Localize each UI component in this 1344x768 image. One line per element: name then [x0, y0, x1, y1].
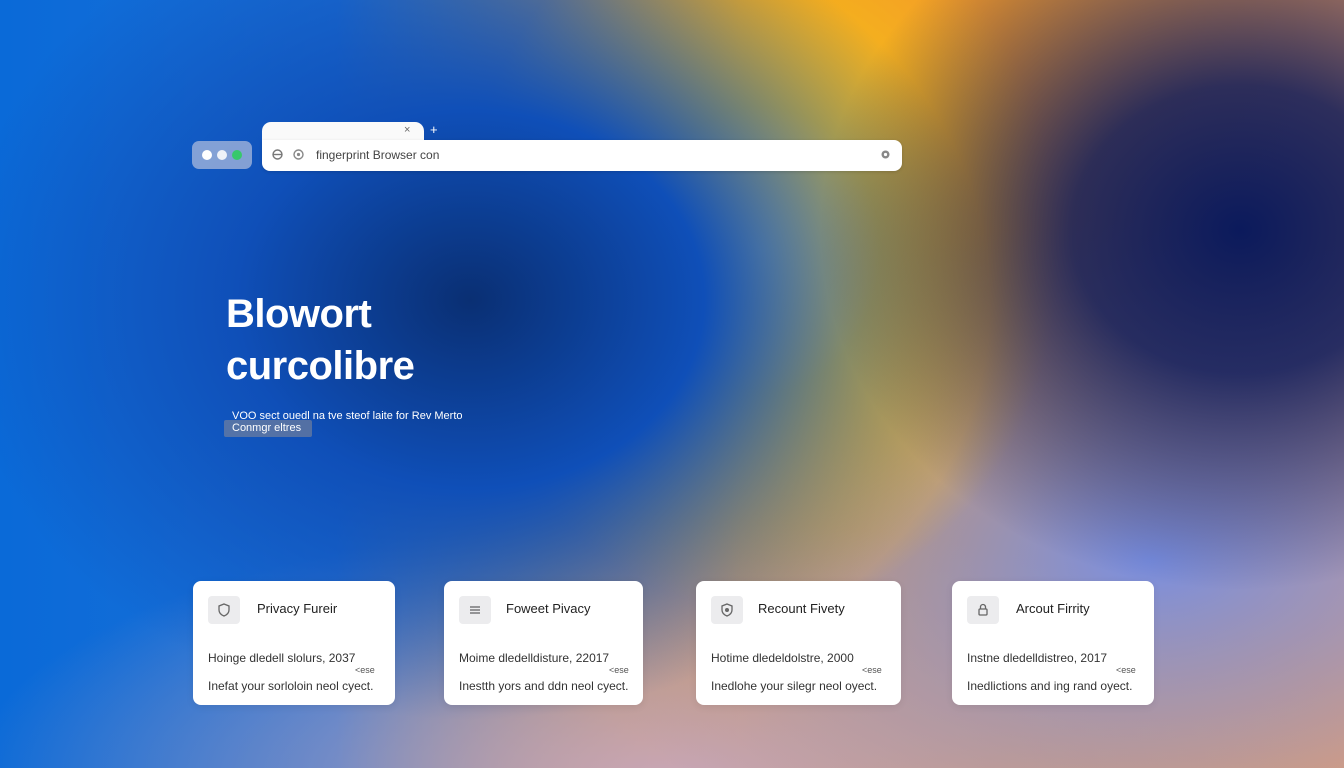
feature-card[interactable]: Arcout Firrity Instne dledelldistreo, 20…	[952, 581, 1154, 705]
card-line1: Hotime dledeldolstre, 2000	[711, 651, 854, 665]
card-title: Foweet Pivacy	[506, 601, 591, 616]
back-icon[interactable]	[272, 149, 283, 163]
card-line2: Inedlictions and ing rand oyect.	[967, 679, 1133, 693]
hero-title-line2: curcolibre	[226, 344, 415, 388]
new-tab-button[interactable]: +	[430, 122, 438, 138]
card-line2: Inedlohe your silegr neol oyect.	[711, 679, 878, 693]
browser-toolbar-pill[interactable]	[192, 141, 252, 169]
card-title: Privacy Fureir	[257, 601, 338, 616]
home-icon[interactable]	[202, 150, 212, 160]
hero-title-line1: Blowort	[226, 292, 372, 336]
tab-close-button[interactable]: ×	[404, 123, 410, 137]
secure-icon[interactable]	[232, 150, 242, 160]
card-title: Arcout Firrity	[1016, 601, 1090, 616]
shield-icon	[208, 596, 240, 624]
feature-card[interactable]: Privacy Fureir Hoinge dledell slolurs, 2…	[193, 581, 395, 705]
card-line2: Inestth yors and ddn neol cyect.	[459, 679, 629, 693]
hero-title: Blowort curcolibre	[226, 288, 415, 392]
feature-card[interactable]: Foweet Pivacy Moime dledelldisture, 2201…	[444, 581, 643, 705]
card-line1: Moime dledelldisture, 22017	[459, 651, 610, 665]
info-icon[interactable]	[293, 149, 304, 163]
card-close-link[interactable]: <ese	[1116, 665, 1136, 675]
card-close-link[interactable]: <ese	[862, 665, 882, 675]
settings-icon[interactable]	[880, 149, 891, 163]
card-title: Recount Fivety	[758, 601, 845, 616]
card-line1: Instne dledelldistreo, 2017	[967, 651, 1108, 665]
feature-card[interactable]: Recount Fivety Hotime dledeldolstre, 200…	[696, 581, 901, 705]
url-text[interactable]: fingerprint Browser con	[316, 147, 439, 163]
lock-icon	[967, 596, 999, 624]
badge-icon	[711, 596, 743, 624]
reload-icon[interactable]	[217, 150, 227, 160]
card-close-link[interactable]: <ese	[355, 665, 375, 675]
list-icon	[459, 596, 491, 624]
card-close-link[interactable]: <ese	[609, 665, 629, 675]
card-line1: Hoinge dledell slolurs, 2037	[208, 651, 356, 665]
card-line2: Inefat your sorloloin neol cyect.	[208, 679, 374, 693]
hero-chip[interactable]: Conmgr eltres	[224, 420, 312, 437]
